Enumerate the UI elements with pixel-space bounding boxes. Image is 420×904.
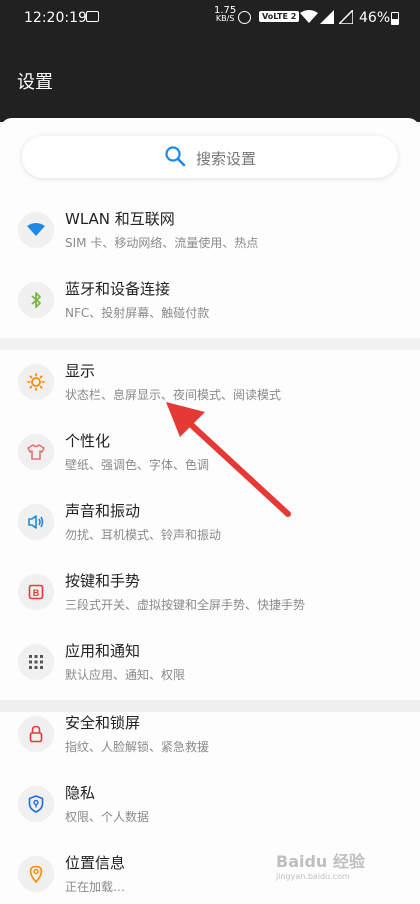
watermark-url: jingyan.baidu.com [276, 872, 350, 881]
annotation-arrow [166, 402, 291, 517]
watermark: Baidu 经验 jingyan.baidu.com [276, 848, 365, 881]
watermark-brand: Baidu 经验 [276, 852, 365, 871]
